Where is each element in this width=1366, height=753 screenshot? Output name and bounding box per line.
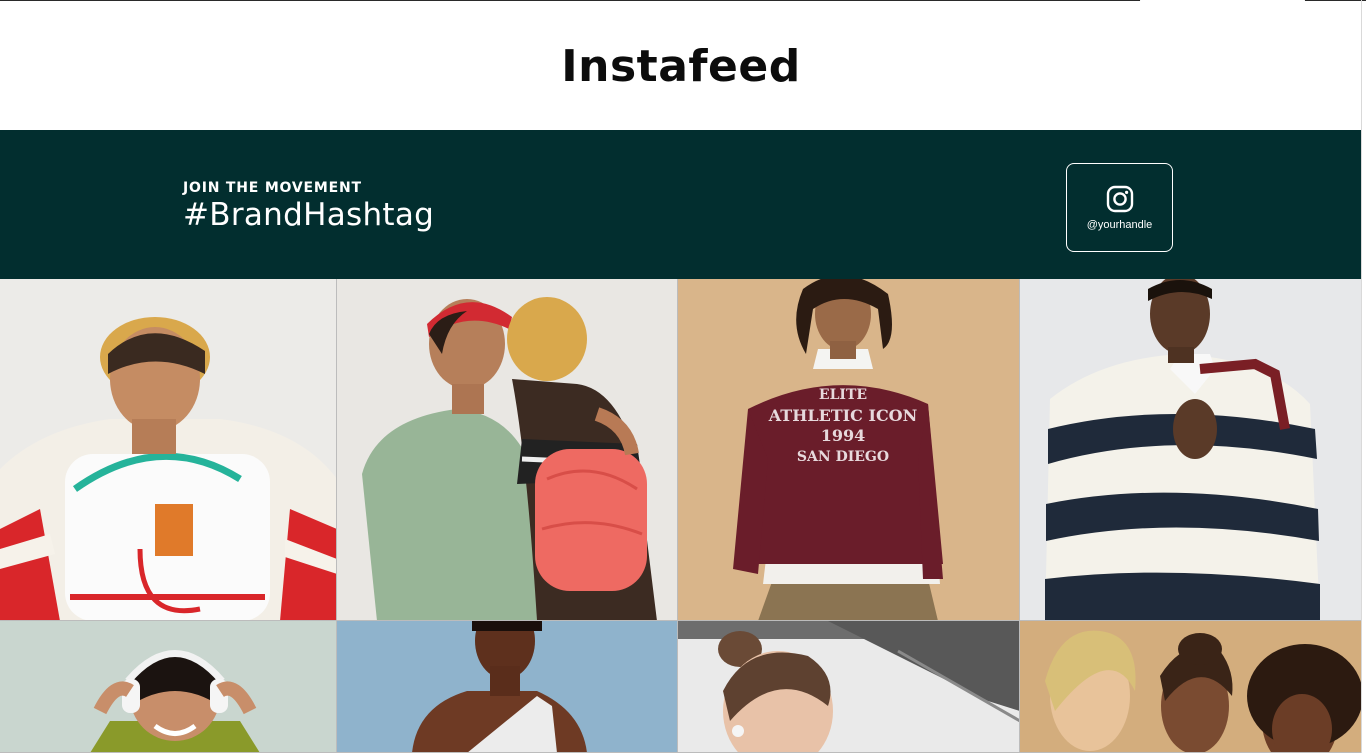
instagram-feed-grid: ELITE ATHLETIC ICON 1994 SAN DIEGO (0, 279, 1362, 753)
svg-text:1994: 1994 (821, 426, 866, 445)
hashtag-banner: JOIN THE MOVEMENT #BrandHashtag @yourhan… (0, 130, 1362, 279)
banner-kicker: JOIN THE MOVEMENT (183, 180, 362, 196)
page-header: Instafeed (0, 1, 1362, 130)
feed-post-woman-earbuds-kitchen[interactable] (678, 621, 1020, 753)
instagram-handle-label: @yourhandle (1086, 219, 1153, 231)
svg-text:ATHLETIC ICON: ATHLETIC ICON (768, 406, 917, 425)
feed-post-woman-one-shoulder[interactable] (337, 621, 678, 753)
scrollbar-track[interactable] (1361, 0, 1362, 753)
svg-text:ELITE: ELITE (819, 387, 867, 403)
instagram-icon (1106, 185, 1133, 213)
instagram-handle-button[interactable]: @yourhandle (1066, 163, 1173, 252)
page-title: Instafeed (561, 40, 801, 92)
feed-post-man-striped-rugby[interactable] (1020, 279, 1362, 621)
feed-post-three-women-group[interactable] (1020, 621, 1362, 753)
svg-text:SAN DIEGO: SAN DIEGO (797, 449, 889, 465)
feed-post-kids-red-backpack[interactable] (337, 279, 678, 621)
feed-post-woman-maroon-sweatshirt[interactable]: ELITE ATHLETIC ICON 1994 SAN DIEGO (678, 279, 1020, 621)
banner-hashtag: #BrandHashtag (183, 197, 435, 233)
feed-post-boy-white-backpack[interactable] (0, 279, 337, 621)
feed-post-woman-headphones[interactable] (0, 621, 337, 753)
